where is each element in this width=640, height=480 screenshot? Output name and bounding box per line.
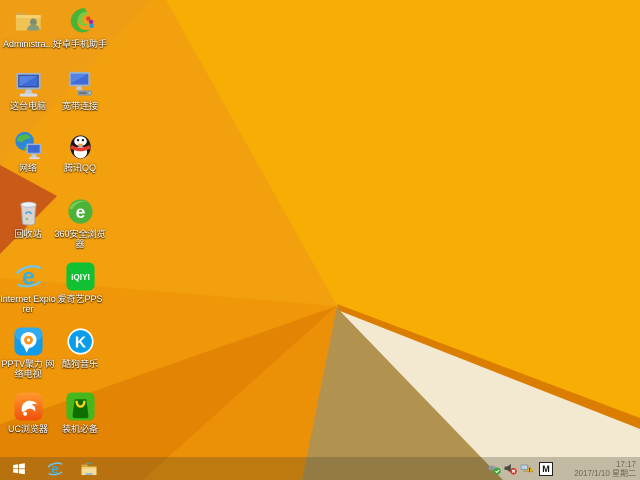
uc-browser-icon [13,392,43,421]
iqiyi-pps-icon: iQIYI [65,262,95,291]
icon-label: 网络 [18,163,37,173]
icon-label: 宽带连接 [61,101,98,111]
system-tray: M 17:17 2017/1/10 星期二 [488,457,640,480]
desktop-icon-network[interactable]: 网络 [0,130,56,173]
desktop-icon-haozhuo-assistant[interactable]: 好卓手机助手 [52,6,108,49]
file-explorer-icon [81,462,97,475]
icon-label: 酷狗音乐 [61,359,98,369]
kugou-music-icon: K [66,328,94,355]
icon-label: 腾讯QQ [63,163,96,173]
360-browser-icon: e [67,199,93,224]
svg-text:e: e [75,202,85,222]
ime-indicator[interactable]: M [539,461,553,476]
this-pc-icon [15,72,41,97]
icon-label: 装机必备 [61,424,98,434]
clock-date: 2017/1/10 星期二 [574,468,636,478]
desktop-icon-broadband-connection[interactable]: 宽带连接 [52,68,108,111]
zhuangji-bibei-icon [65,392,95,421]
pptv-icon [13,327,43,356]
taskbar: e M 17:17 2017/1/10 星期二 [0,457,640,480]
icon-label: 360安全浏览器 [54,229,106,249]
desktop-surface[interactable]: Administra... 好卓手机助手 这台电脑 宽带连接 网络 腾讯QQ 回… [0,0,640,480]
desktop-icon-recycle-bin[interactable]: 回收站 [0,196,56,239]
icon-label: 爱奇艺PPS [57,294,103,304]
desktop-icon-administrator[interactable]: Administra... [0,6,56,49]
taskbar-file-explorer-button[interactable] [74,457,104,480]
desktop-icon-iqiyi-pps[interactable]: iQIYI 爱奇艺PPS [52,261,108,304]
desktop-icon-pptv[interactable]: PPTV聚力 网络电视 [0,326,56,379]
icon-label: 好卓手机助手 [52,39,107,49]
internet-explorer-icon: e [15,263,41,289]
taskbar-clock[interactable]: 17:17 2017/1/10 星期二 [558,460,636,478]
tencent-qq-icon [69,135,91,160]
haozhuo-assistant-icon [70,7,94,33]
icon-label: PPTV聚力 网络电视 [1,359,55,379]
icon-label: Administra... [2,39,53,49]
network-icon [14,131,41,160]
desktop-icon-uc-browser[interactable]: UC浏览器 [0,391,56,434]
icon-label: Internet Explorer [0,294,56,314]
desktop-icon-kugou-music[interactable]: K 酷狗音乐 [52,326,108,369]
broadband-connection-icon [68,71,92,96]
network-warning-icon[interactable] [520,462,533,475]
start-button[interactable] [4,457,34,480]
internet-explorer-icon: e [47,461,63,476]
administrator-folder-icon [15,12,41,31]
svg-text:K: K [74,334,86,351]
desktop-icon-internet-explorer[interactable]: e Internet Explorer [0,261,56,314]
recycle-bin-icon [19,201,37,226]
desktop-icon-zhuangji-bibei[interactable]: 装机必备 [52,391,108,434]
svg-text:iQIYI: iQIYI [71,273,90,282]
clock-time: 17:17 [615,459,636,469]
taskbar-internet-explorer-button[interactable]: e [40,457,70,480]
windows-logo-icon [13,463,25,475]
desktop-icon-360-browser[interactable]: e 360安全浏览器 [52,196,108,249]
desktop-icon-this-pc[interactable]: 这台电脑 [0,68,56,111]
desktop-icon-tencent-qq[interactable]: 腾讯QQ [52,130,108,173]
icon-label: 这台电脑 [9,101,46,111]
icon-label: UC浏览器 [8,424,48,434]
volume-muted-icon[interactable] [504,462,517,475]
safely-remove-hardware-icon[interactable] [488,462,501,475]
icon-label: 回收站 [14,229,42,239]
